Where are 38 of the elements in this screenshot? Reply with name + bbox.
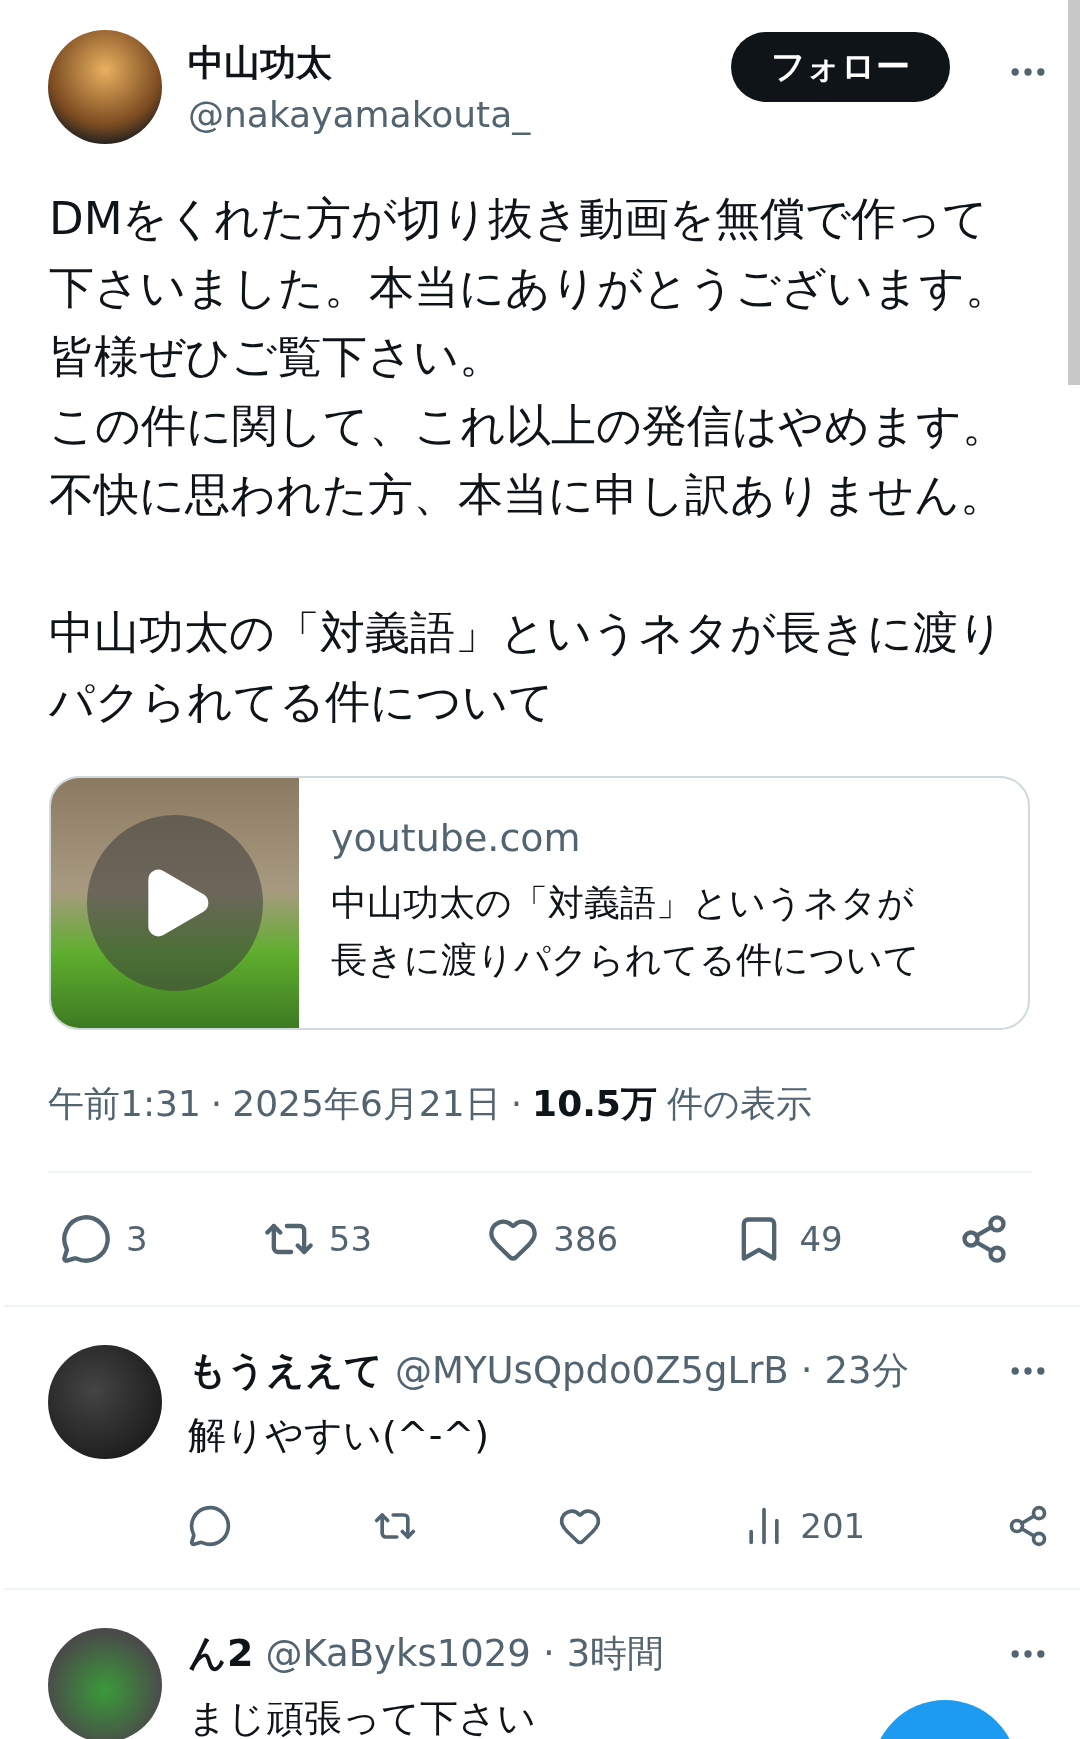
card-title: 中山功太の「対義語」というネタが	[331, 881, 915, 925]
reply-handle: @MYUsQpdo0Z5gLrB	[395, 1349, 789, 1392]
retweet-count: 53	[328, 1219, 373, 1259]
bookmark-count: 49	[799, 1219, 843, 1259]
separator-dot: ·	[510, 1083, 523, 1124]
tweet-text: 不快に思われた方、本当に申し訳ありません。	[49, 467, 1006, 523]
tweet-text: 下さいました。本当にありがとうございます。	[49, 260, 1011, 316]
tweet-text: 皆様ぜひご覧下さい。	[49, 329, 505, 385]
follow-button[interactable]: フォロー	[731, 32, 950, 102]
reply-text: まじ頑張って下さい	[188, 1695, 536, 1739]
card-title: 長きに渡りパクられてる件について	[331, 938, 920, 982]
views-count: 201	[800, 1506, 866, 1546]
reply-handle: @KaByks1029	[265, 1632, 531, 1675]
reply-icon[interactable]	[60, 1213, 112, 1265]
view-count: 10.5万	[532, 1082, 657, 1126]
reply-icon[interactable]	[188, 1504, 232, 1548]
tweet-date: 2025年6月21日	[232, 1082, 501, 1126]
like-count: 386	[553, 1219, 619, 1259]
views-label: 件の表示	[666, 1082, 812, 1126]
tweet-time: 午前1:31	[48, 1082, 201, 1126]
reply-author-name: ん2	[188, 1630, 254, 1677]
scrollbar[interactable]	[1068, 0, 1080, 385]
reply-count: 3	[126, 1219, 148, 1259]
separator-dot: ·	[210, 1083, 223, 1124]
reply-author-name: もうええて	[188, 1347, 383, 1394]
tweet-text: この件に関して、これ以上の発信はやめます。	[49, 398, 1008, 454]
separator-dot: ·	[542, 1632, 555, 1675]
separator-dot: ·	[800, 1349, 813, 1392]
tweet-text: パクられてる件について	[49, 674, 555, 730]
tweet-text: 中山功太の「対義語」というネタが長きに渡り	[49, 605, 1005, 661]
reply-text: 解りやすい(^-^)	[188, 1412, 490, 1459]
reply-time: 23分	[824, 1347, 909, 1394]
tweet-text: DMをくれた方が切り抜き動画を無償で作って	[49, 191, 990, 247]
reply-time: 3時間	[566, 1630, 665, 1677]
card-domain: youtube.com	[331, 816, 582, 860]
author-name: 中山功太	[188, 41, 333, 85]
author-handle: @nakayamakouta_	[188, 94, 532, 135]
link-card[interactable]: youtube.com 中山功太の「対義語」というネタが 長きに渡りパクられてる件について	[49, 776, 1030, 1030]
